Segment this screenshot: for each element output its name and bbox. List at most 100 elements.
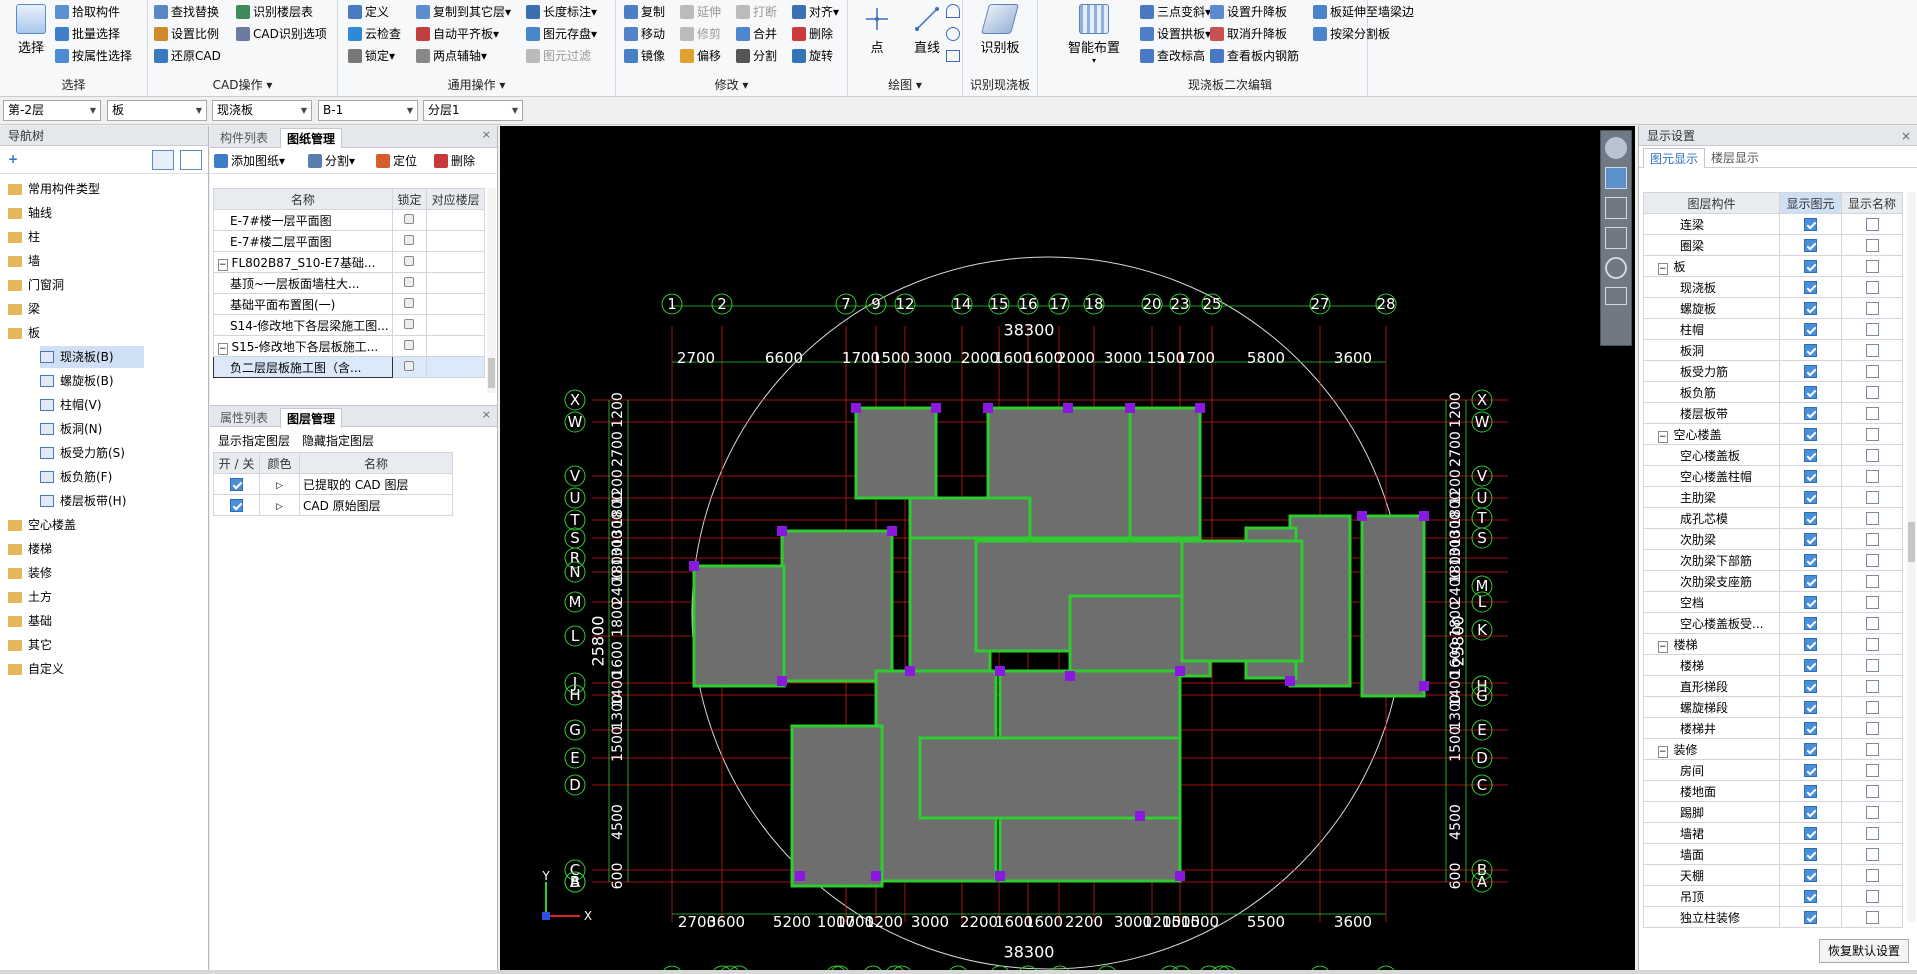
drawing-row[interactable]: S14-修改地下各层梁施工图... [213, 314, 485, 336]
show-element-checkbox[interactable] [1804, 722, 1817, 735]
display-row[interactable]: 吊顶 [1643, 885, 1903, 907]
rotate-view-icon[interactable] [1605, 257, 1627, 279]
display-row[interactable]: 空档 [1643, 591, 1903, 613]
hide-layer-link[interactable]: 隐藏指定图层 [302, 432, 374, 449]
show-element-checkbox[interactable] [1804, 470, 1817, 483]
show-name-checkbox[interactable] [1865, 386, 1879, 399]
extend-slab-to-beam-button[interactable]: 板延伸至墙梁边 [1313, 2, 1414, 22]
nav-item[interactable]: 土方 [8, 586, 52, 608]
show-name-checkbox[interactable] [1865, 533, 1879, 546]
add-drawing-button[interactable]: 添加图纸 ▾ [214, 151, 285, 171]
display-row[interactable]: 柱帽 [1643, 318, 1903, 340]
show-element-checkbox[interactable] [1804, 869, 1817, 882]
show-element-checkbox[interactable] [1804, 596, 1817, 609]
show-element-checkbox[interactable] [1804, 911, 1817, 924]
show-element-checkbox[interactable] [1804, 407, 1817, 420]
set-arch-slab-button[interactable]: 设置拱板 ▾ [1140, 24, 1211, 44]
element-filter-button[interactable]: 图元过滤 [526, 46, 591, 66]
nav-item[interactable]: 装修 [8, 562, 52, 584]
layer-select[interactable]: 分层1 ▼ [423, 100, 523, 121]
nav-item[interactable]: 梁 [8, 298, 40, 320]
pick-component-button[interactable]: 拾取构件 [55, 2, 120, 22]
display-row[interactable]: 墙面 [1643, 843, 1903, 865]
display-row[interactable]: 楼层板带 [1643, 402, 1903, 424]
tab-floor-display[interactable]: 楼层显示 [1705, 148, 1765, 168]
identify-floor-table-button[interactable]: 识别楼层表 [236, 2, 313, 22]
show-name-checkbox[interactable] [1865, 806, 1879, 819]
three-point-slope-button[interactable]: 三点变斜 ▾ [1140, 2, 1211, 22]
display-row[interactable]: 板受力筋 [1643, 360, 1903, 382]
show-name-checkbox[interactable] [1865, 638, 1879, 651]
lock-icon[interactable] [404, 319, 415, 329]
show-name-checkbox[interactable] [1865, 470, 1879, 483]
show-name-checkbox[interactable] [1865, 554, 1879, 567]
display-row[interactable]: 连梁 [1643, 213, 1903, 235]
batch-select-button[interactable]: 批量选择 [55, 24, 120, 44]
align-button[interactable]: 对齐 ▾ [792, 2, 839, 22]
nav-item[interactable]: 墙 [8, 250, 40, 272]
show-element-checkbox[interactable] [1804, 344, 1817, 357]
component-name-select[interactable]: B-1 ▼ [318, 100, 418, 121]
lock-icon[interactable] [404, 214, 415, 224]
show-name-checkbox[interactable] [1865, 911, 1879, 924]
close-icon[interactable]: × [482, 128, 491, 141]
mirror-button[interactable]: 镜像 [624, 46, 665, 66]
nav-item[interactable]: 门窗洞 [8, 274, 64, 296]
rect-tool-icon[interactable] [946, 50, 960, 62]
show-name-checkbox[interactable] [1865, 596, 1879, 609]
drawing-row[interactable]: E-7#楼二层平面图 [213, 230, 485, 252]
show-name-checkbox[interactable] [1865, 491, 1879, 504]
display-row[interactable]: − 装修 [1643, 738, 1903, 760]
display-row[interactable]: 圈梁 [1643, 234, 1903, 256]
cad-drawing-canvas[interactable]: 1279121415161718202325272812345681011131… [500, 126, 1635, 971]
auto-flush-slab-button[interactable]: 自动平齐板 ▾ [416, 24, 499, 44]
split-by-beam-button[interactable]: 按梁分割板 [1313, 24, 1390, 44]
display-scrollbar[interactable] [1907, 192, 1916, 922]
show-name-checkbox[interactable] [1865, 743, 1879, 756]
display-row[interactable]: 螺旋板 [1643, 297, 1903, 319]
show-name-checkbox[interactable] [1865, 365, 1879, 378]
trim-button[interactable]: 修剪 [680, 24, 721, 44]
break-button[interactable]: 打断 [736, 2, 777, 22]
split-button[interactable]: 分割 [736, 46, 777, 66]
show-name-checkbox[interactable] [1865, 239, 1879, 252]
select-by-property-button[interactable]: 按属性选择 [55, 46, 132, 66]
show-element-checkbox[interactable] [1804, 785, 1817, 798]
two-point-axis-button[interactable]: 两点辅轴 ▾ [416, 46, 487, 66]
nav-item[interactable]: 板受力筋(S) [40, 442, 125, 464]
display-row[interactable]: 次肋梁支座筋 [1643, 570, 1903, 592]
show-element-checkbox[interactable] [1804, 743, 1817, 756]
layers-view-icon[interactable] [1605, 287, 1627, 305]
display-row[interactable]: 楼梯 [1643, 654, 1903, 676]
show-element-checkbox[interactable] [1804, 764, 1817, 777]
show-name-checkbox[interactable] [1865, 701, 1879, 714]
column-header[interactable]: 锁定 [391, 188, 428, 210]
show-element-checkbox[interactable] [1804, 323, 1817, 336]
lock-icon[interactable] [404, 256, 415, 266]
display-row[interactable]: 板负筋 [1643, 381, 1903, 403]
tab-drawing-management[interactable]: 图纸管理 [280, 128, 343, 148]
display-row[interactable]: 踢脚 [1643, 801, 1903, 823]
show-element-checkbox[interactable] [1804, 302, 1817, 315]
add-icon[interactable]: + [8, 152, 18, 166]
display-row[interactable]: 楼梯井 [1643, 717, 1903, 739]
lock-icon[interactable] [404, 340, 415, 350]
iso-view-icon[interactable] [1605, 197, 1627, 219]
recognize-slab-button[interactable]: 识别板 [973, 4, 1027, 60]
tab-element-display[interactable]: 图元显示 [1643, 148, 1706, 168]
display-row[interactable]: 房间 [1643, 759, 1903, 781]
display-row[interactable]: 现浇板 [1643, 276, 1903, 298]
orbit-icon[interactable] [1605, 137, 1627, 159]
drawing-row[interactable]: 基础平面布置图(一) [213, 293, 485, 315]
nav-item[interactable]: 柱帽(V) [40, 394, 102, 416]
show-name-checkbox[interactable] [1865, 722, 1879, 735]
show-name-checkbox[interactable] [1865, 659, 1879, 672]
show-name-checkbox[interactable] [1865, 890, 1879, 903]
show-name-checkbox[interactable] [1865, 575, 1879, 588]
draw-point-button[interactable]: 点 [850, 4, 904, 60]
display-row[interactable]: 楼地面 [1643, 780, 1903, 802]
cloud-check-button[interactable]: 云检查 [348, 24, 401, 44]
show-name-checkbox[interactable] [1865, 869, 1879, 882]
show-element-checkbox[interactable] [1804, 806, 1817, 819]
cad-options-button[interactable]: CAD识别选项 [236, 24, 327, 44]
